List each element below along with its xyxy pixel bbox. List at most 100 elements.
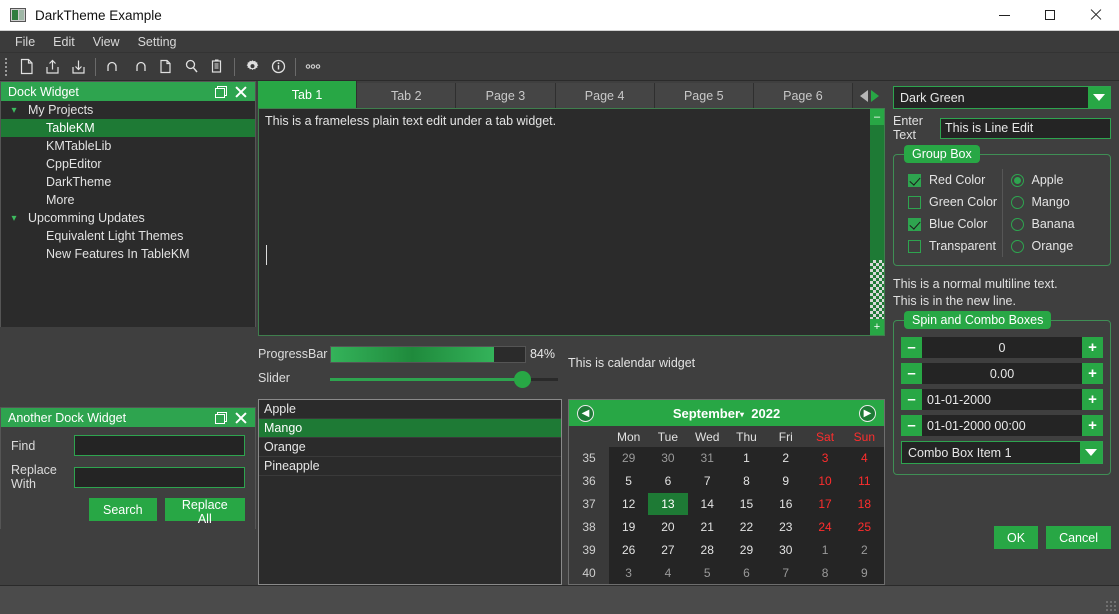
- calendar-day-cell[interactable]: 14: [688, 493, 727, 516]
- tree-item-my-projects[interactable]: ▾ My Projects: [1, 101, 255, 119]
- download-button[interactable]: [65, 54, 91, 80]
- tab-page-6[interactable]: Page 6: [753, 83, 854, 108]
- calendar-day-cell[interactable]: 24: [805, 515, 844, 538]
- tree-item-upcomming-updates[interactable]: ▾ Upcomming Updates: [1, 209, 255, 227]
- tab-tab-2[interactable]: Tab 2: [357, 83, 457, 108]
- calendar-day-cell[interactable]: 9: [766, 470, 805, 493]
- project-tree[interactable]: ▾ My Projects TableKM KMTableLib CppEdit…: [1, 101, 255, 327]
- redo-button[interactable]: [126, 54, 152, 80]
- date-edit-value[interactable]: 01-01-2000: [922, 389, 1082, 410]
- calendar-day-cell[interactable]: 2: [845, 538, 884, 561]
- copy-button[interactable]: [152, 54, 178, 80]
- spin-increment-button[interactable]: +: [1082, 337, 1103, 358]
- cancel-button[interactable]: Cancel: [1046, 526, 1111, 549]
- spin-decrement-button[interactable]: –: [901, 389, 922, 410]
- menu-edit[interactable]: Edit: [44, 33, 84, 51]
- calendar-prev-icon[interactable]: ◀: [577, 404, 594, 422]
- search-button[interactable]: [178, 54, 204, 80]
- upload-button[interactable]: [39, 54, 65, 80]
- tree-item-cppeditor[interactable]: CppEditor: [1, 155, 255, 173]
- calendar-day-cell[interactable]: 13: [648, 492, 688, 516]
- datetime-edit-value[interactable]: 01-01-2000 00:00: [922, 415, 1082, 436]
- calendar-day-cell[interactable]: 6: [648, 470, 687, 493]
- radio-mango[interactable]: Mango: [1003, 191, 1105, 213]
- calendar-day-cell[interactable]: 19: [609, 515, 648, 538]
- calendar-day-cell[interactable]: 2: [766, 447, 805, 470]
- dock-close-icon[interactable]: [235, 86, 247, 98]
- calendar-day-cell[interactable]: 28: [688, 538, 727, 561]
- tab-scroll-right-icon[interactable]: [870, 89, 879, 102]
- spin-increment-button[interactable]: +: [1082, 363, 1103, 384]
- spin-box-double[interactable]: – 0.00 +: [901, 363, 1103, 384]
- calendar-day-cell[interactable]: 30: [648, 447, 687, 470]
- spin-box-value[interactable]: 0: [922, 337, 1082, 358]
- calendar-day-cell[interactable]: 5: [688, 561, 727, 584]
- calendar-next-icon[interactable]: ▶: [859, 404, 876, 422]
- calendar-day-cell[interactable]: 3: [805, 447, 844, 470]
- fruit-list-widget[interactable]: Apple Mango Orange Pineapple: [258, 399, 562, 585]
- calendar-day-cell[interactable]: 1: [727, 447, 766, 470]
- spin-increment-button[interactable]: +: [1082, 389, 1103, 410]
- scroll-down-button[interactable]: +: [870, 319, 884, 335]
- calendar-day-cell[interactable]: 1: [805, 538, 844, 561]
- calendar-day-cell[interactable]: 11: [845, 470, 884, 493]
- tree-item-equivalent-light-themes[interactable]: Equivalent Light Themes: [1, 227, 255, 245]
- line-edit-input[interactable]: [940, 117, 1111, 139]
- spin-box-integer[interactable]: – 0 +: [901, 337, 1103, 358]
- scrollbar-track[interactable]: [870, 125, 884, 319]
- undo-button[interactable]: [100, 54, 126, 80]
- slider[interactable]: [330, 371, 558, 388]
- combo-arrow-button[interactable]: [1088, 87, 1110, 108]
- list-item[interactable]: Orange: [259, 438, 561, 457]
- item-combo-box[interactable]: Combo Box Item 1: [901, 441, 1103, 464]
- radio-apple[interactable]: Apple: [1003, 169, 1105, 191]
- checkbox-transparent[interactable]: Transparent: [900, 235, 1002, 257]
- tree-item-new-features[interactable]: New Features In TableKM: [1, 245, 255, 263]
- calendar-day-cell[interactable]: 27: [648, 538, 687, 561]
- search-button[interactable]: Search: [89, 498, 157, 521]
- calendar-month[interactable]: September: [673, 406, 740, 421]
- plain-text-edit[interactable]: This is a frameless plain text edit unde…: [258, 108, 885, 336]
- calendar-day-cell[interactable]: 18: [845, 493, 884, 516]
- calendar-day-cell[interactable]: 16: [766, 493, 805, 516]
- calendar-day-cell[interactable]: 29: [727, 538, 766, 561]
- calendar-day-cell[interactable]: 21: [688, 515, 727, 538]
- calendar-day-cell[interactable]: 4: [845, 447, 884, 470]
- calendar-day-cell[interactable]: 7: [766, 561, 805, 584]
- spin-decrement-button[interactable]: –: [901, 415, 922, 436]
- menu-file[interactable]: File: [6, 33, 44, 51]
- spin-increment-button[interactable]: +: [1082, 415, 1103, 436]
- toolbar-overflow-button[interactable]: [300, 54, 326, 80]
- scroll-up-button[interactable]: –: [870, 109, 884, 125]
- calendar-day-cell[interactable]: 29: [609, 447, 648, 470]
- checkbox-red-color[interactable]: Red Color: [900, 169, 1002, 191]
- settings-button[interactable]: [239, 54, 265, 80]
- close-button[interactable]: [1073, 0, 1119, 31]
- maximize-button[interactable]: [1027, 0, 1073, 31]
- list-item[interactable]: Apple: [259, 400, 561, 419]
- calendar-day-cell[interactable]: 30: [766, 538, 805, 561]
- dock-close-icon[interactable]: [235, 412, 247, 424]
- calendar-day-cell[interactable]: 22: [727, 515, 766, 538]
- slider-handle[interactable]: [514, 371, 531, 388]
- chevron-down-icon[interactable]: ▾: [7, 105, 21, 116]
- list-item[interactable]: Pineapple: [259, 457, 561, 476]
- paste-button[interactable]: [204, 54, 230, 80]
- minimize-button[interactable]: [981, 0, 1027, 31]
- calendar-day-cell[interactable]: 5: [609, 470, 648, 493]
- find-input[interactable]: [74, 435, 245, 456]
- calendar-day-cell[interactable]: 26: [609, 538, 648, 561]
- calendar-day-cell[interactable]: 20: [648, 515, 687, 538]
- spin-decrement-button[interactable]: –: [901, 363, 922, 384]
- calendar-day-cell[interactable]: 15: [727, 493, 766, 516]
- dock-float-icon[interactable]: [215, 412, 227, 424]
- checkbox-blue-color[interactable]: Blue Color: [900, 213, 1002, 235]
- theme-combo-box[interactable]: Dark Green: [893, 86, 1111, 109]
- tree-item-more[interactable]: More: [1, 191, 255, 209]
- datetime-edit[interactable]: – 01-01-2000 00:00 +: [901, 415, 1103, 436]
- spin-decrement-button[interactable]: –: [901, 337, 922, 358]
- calendar-day-cell[interactable]: 12: [609, 493, 648, 516]
- calendar-day-cell[interactable]: 4: [648, 561, 687, 584]
- calendar-grid[interactable]: Mon Tue Wed Thu Fri Sat Sun 35 29 30 31 1 2 3 4 36 5 6 7 8 9…: [569, 426, 884, 584]
- tab-scroll-left-icon[interactable]: [859, 89, 868, 102]
